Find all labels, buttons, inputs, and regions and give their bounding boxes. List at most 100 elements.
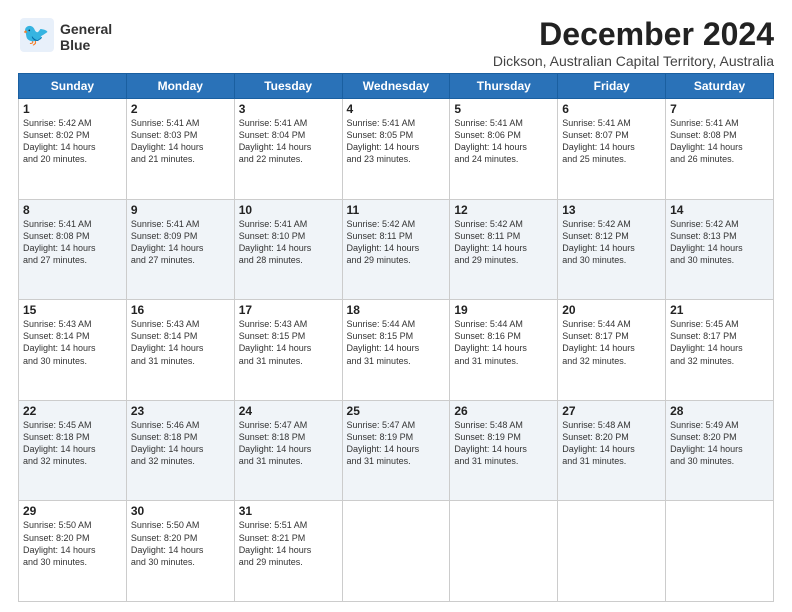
calendar-week-row: 15Sunrise: 5:43 AM Sunset: 8:14 PM Dayli…: [19, 300, 774, 401]
day-number: 4: [347, 102, 446, 116]
day-info: Sunrise: 5:42 AM Sunset: 8:13 PM Dayligh…: [670, 218, 769, 267]
day-info: Sunrise: 5:41 AM Sunset: 8:07 PM Dayligh…: [562, 117, 661, 166]
calendar-day-cell: 12Sunrise: 5:42 AM Sunset: 8:11 PM Dayli…: [450, 199, 558, 300]
calendar-day-cell: 25Sunrise: 5:47 AM Sunset: 8:19 PM Dayli…: [342, 400, 450, 501]
day-info: Sunrise: 5:44 AM Sunset: 8:16 PM Dayligh…: [454, 318, 553, 367]
calendar-day-cell: 8Sunrise: 5:41 AM Sunset: 8:08 PM Daylig…: [19, 199, 127, 300]
day-number: 16: [131, 303, 230, 317]
calendar-day-cell: 7Sunrise: 5:41 AM Sunset: 8:08 PM Daylig…: [666, 99, 774, 200]
calendar-day-cell: 3Sunrise: 5:41 AM Sunset: 8:04 PM Daylig…: [234, 99, 342, 200]
day-info: Sunrise: 5:48 AM Sunset: 8:20 PM Dayligh…: [562, 419, 661, 468]
logo-text: General Blue: [60, 22, 112, 53]
calendar-day-cell: [558, 501, 666, 602]
day-info: Sunrise: 5:45 AM Sunset: 8:17 PM Dayligh…: [670, 318, 769, 367]
day-info: Sunrise: 5:41 AM Sunset: 8:05 PM Dayligh…: [347, 117, 446, 166]
calendar-day-cell: 15Sunrise: 5:43 AM Sunset: 8:14 PM Dayli…: [19, 300, 127, 401]
calendar-week-row: 29Sunrise: 5:50 AM Sunset: 8:20 PM Dayli…: [19, 501, 774, 602]
calendar-day-cell: 16Sunrise: 5:43 AM Sunset: 8:14 PM Dayli…: [126, 300, 234, 401]
day-number: 14: [670, 203, 769, 217]
weekday-header-cell: Sunday: [19, 74, 127, 99]
day-number: 20: [562, 303, 661, 317]
day-info: Sunrise: 5:50 AM Sunset: 8:20 PM Dayligh…: [23, 519, 122, 568]
weekday-header-row: SundayMondayTuesdayWednesdayThursdayFrid…: [19, 74, 774, 99]
calendar-day-cell: 19Sunrise: 5:44 AM Sunset: 8:16 PM Dayli…: [450, 300, 558, 401]
calendar-day-cell: 21Sunrise: 5:45 AM Sunset: 8:17 PM Dayli…: [666, 300, 774, 401]
title-block: December 2024 Dickson, Australian Capita…: [493, 16, 774, 69]
day-number: 17: [239, 303, 338, 317]
weekday-header-cell: Saturday: [666, 74, 774, 99]
calendar-day-cell: 27Sunrise: 5:48 AM Sunset: 8:20 PM Dayli…: [558, 400, 666, 501]
calendar-day-cell: 11Sunrise: 5:42 AM Sunset: 8:11 PM Dayli…: [342, 199, 450, 300]
day-number: 3: [239, 102, 338, 116]
day-info: Sunrise: 5:41 AM Sunset: 8:08 PM Dayligh…: [670, 117, 769, 166]
calendar-day-cell: 23Sunrise: 5:46 AM Sunset: 8:18 PM Dayli…: [126, 400, 234, 501]
calendar-day-cell: 6Sunrise: 5:41 AM Sunset: 8:07 PM Daylig…: [558, 99, 666, 200]
calendar-day-cell: 18Sunrise: 5:44 AM Sunset: 8:15 PM Dayli…: [342, 300, 450, 401]
calendar-day-cell: 5Sunrise: 5:41 AM Sunset: 8:06 PM Daylig…: [450, 99, 558, 200]
calendar-day-cell: 24Sunrise: 5:47 AM Sunset: 8:18 PM Dayli…: [234, 400, 342, 501]
day-info: Sunrise: 5:43 AM Sunset: 8:14 PM Dayligh…: [131, 318, 230, 367]
day-number: 9: [131, 203, 230, 217]
day-info: Sunrise: 5:49 AM Sunset: 8:20 PM Dayligh…: [670, 419, 769, 468]
weekday-header-cell: Monday: [126, 74, 234, 99]
day-info: Sunrise: 5:41 AM Sunset: 8:04 PM Dayligh…: [239, 117, 338, 166]
header: 🐦 General Blue December 2024 Dickson, Au…: [18, 16, 774, 69]
day-info: Sunrise: 5:48 AM Sunset: 8:19 PM Dayligh…: [454, 419, 553, 468]
day-info: Sunrise: 5:51 AM Sunset: 8:21 PM Dayligh…: [239, 519, 338, 568]
day-info: Sunrise: 5:42 AM Sunset: 8:11 PM Dayligh…: [454, 218, 553, 267]
day-number: 26: [454, 404, 553, 418]
svg-text:🐦: 🐦: [22, 22, 49, 47]
day-number: 6: [562, 102, 661, 116]
calendar-day-cell: 1Sunrise: 5:42 AM Sunset: 8:02 PM Daylig…: [19, 99, 127, 200]
weekday-header-cell: Wednesday: [342, 74, 450, 99]
day-number: 1: [23, 102, 122, 116]
calendar-day-cell: [666, 501, 774, 602]
day-number: 10: [239, 203, 338, 217]
calendar-day-cell: 10Sunrise: 5:41 AM Sunset: 8:10 PM Dayli…: [234, 199, 342, 300]
day-number: 30: [131, 504, 230, 518]
day-number: 24: [239, 404, 338, 418]
day-number: 11: [347, 203, 446, 217]
day-info: Sunrise: 5:41 AM Sunset: 8:09 PM Dayligh…: [131, 218, 230, 267]
main-title: December 2024: [493, 16, 774, 53]
logo: 🐦 General Blue: [18, 16, 112, 59]
day-number: 18: [347, 303, 446, 317]
day-number: 27: [562, 404, 661, 418]
day-info: Sunrise: 5:42 AM Sunset: 8:11 PM Dayligh…: [347, 218, 446, 267]
day-number: 29: [23, 504, 122, 518]
calendar-day-cell: 9Sunrise: 5:41 AM Sunset: 8:09 PM Daylig…: [126, 199, 234, 300]
calendar-day-cell: 17Sunrise: 5:43 AM Sunset: 8:15 PM Dayli…: [234, 300, 342, 401]
calendar-week-row: 22Sunrise: 5:45 AM Sunset: 8:18 PM Dayli…: [19, 400, 774, 501]
day-info: Sunrise: 5:42 AM Sunset: 8:12 PM Dayligh…: [562, 218, 661, 267]
calendar-day-cell: 31Sunrise: 5:51 AM Sunset: 8:21 PM Dayli…: [234, 501, 342, 602]
calendar-week-row: 8Sunrise: 5:41 AM Sunset: 8:08 PM Daylig…: [19, 199, 774, 300]
calendar-day-cell: 14Sunrise: 5:42 AM Sunset: 8:13 PM Dayli…: [666, 199, 774, 300]
day-info: Sunrise: 5:41 AM Sunset: 8:03 PM Dayligh…: [131, 117, 230, 166]
weekday-header-cell: Tuesday: [234, 74, 342, 99]
calendar-day-cell: 4Sunrise: 5:41 AM Sunset: 8:05 PM Daylig…: [342, 99, 450, 200]
logo-bird-icon: 🐦: [18, 16, 56, 59]
day-info: Sunrise: 5:42 AM Sunset: 8:02 PM Dayligh…: [23, 117, 122, 166]
calendar-day-cell: 28Sunrise: 5:49 AM Sunset: 8:20 PM Dayli…: [666, 400, 774, 501]
day-number: 8: [23, 203, 122, 217]
day-info: Sunrise: 5:47 AM Sunset: 8:18 PM Dayligh…: [239, 419, 338, 468]
day-info: Sunrise: 5:44 AM Sunset: 8:17 PM Dayligh…: [562, 318, 661, 367]
calendar-day-cell: [450, 501, 558, 602]
calendar-day-cell: 22Sunrise: 5:45 AM Sunset: 8:18 PM Dayli…: [19, 400, 127, 501]
weekday-header-cell: Friday: [558, 74, 666, 99]
calendar-week-row: 1Sunrise: 5:42 AM Sunset: 8:02 PM Daylig…: [19, 99, 774, 200]
day-info: Sunrise: 5:41 AM Sunset: 8:10 PM Dayligh…: [239, 218, 338, 267]
day-number: 22: [23, 404, 122, 418]
day-number: 23: [131, 404, 230, 418]
day-number: 7: [670, 102, 769, 116]
day-info: Sunrise: 5:50 AM Sunset: 8:20 PM Dayligh…: [131, 519, 230, 568]
day-info: Sunrise: 5:41 AM Sunset: 8:08 PM Dayligh…: [23, 218, 122, 267]
calendar: SundayMondayTuesdayWednesdayThursdayFrid…: [18, 73, 774, 602]
day-number: 28: [670, 404, 769, 418]
day-info: Sunrise: 5:43 AM Sunset: 8:14 PM Dayligh…: [23, 318, 122, 367]
weekday-header-cell: Thursday: [450, 74, 558, 99]
day-number: 15: [23, 303, 122, 317]
calendar-day-cell: 2Sunrise: 5:41 AM Sunset: 8:03 PM Daylig…: [126, 99, 234, 200]
calendar-day-cell: 20Sunrise: 5:44 AM Sunset: 8:17 PM Dayli…: [558, 300, 666, 401]
day-number: 25: [347, 404, 446, 418]
